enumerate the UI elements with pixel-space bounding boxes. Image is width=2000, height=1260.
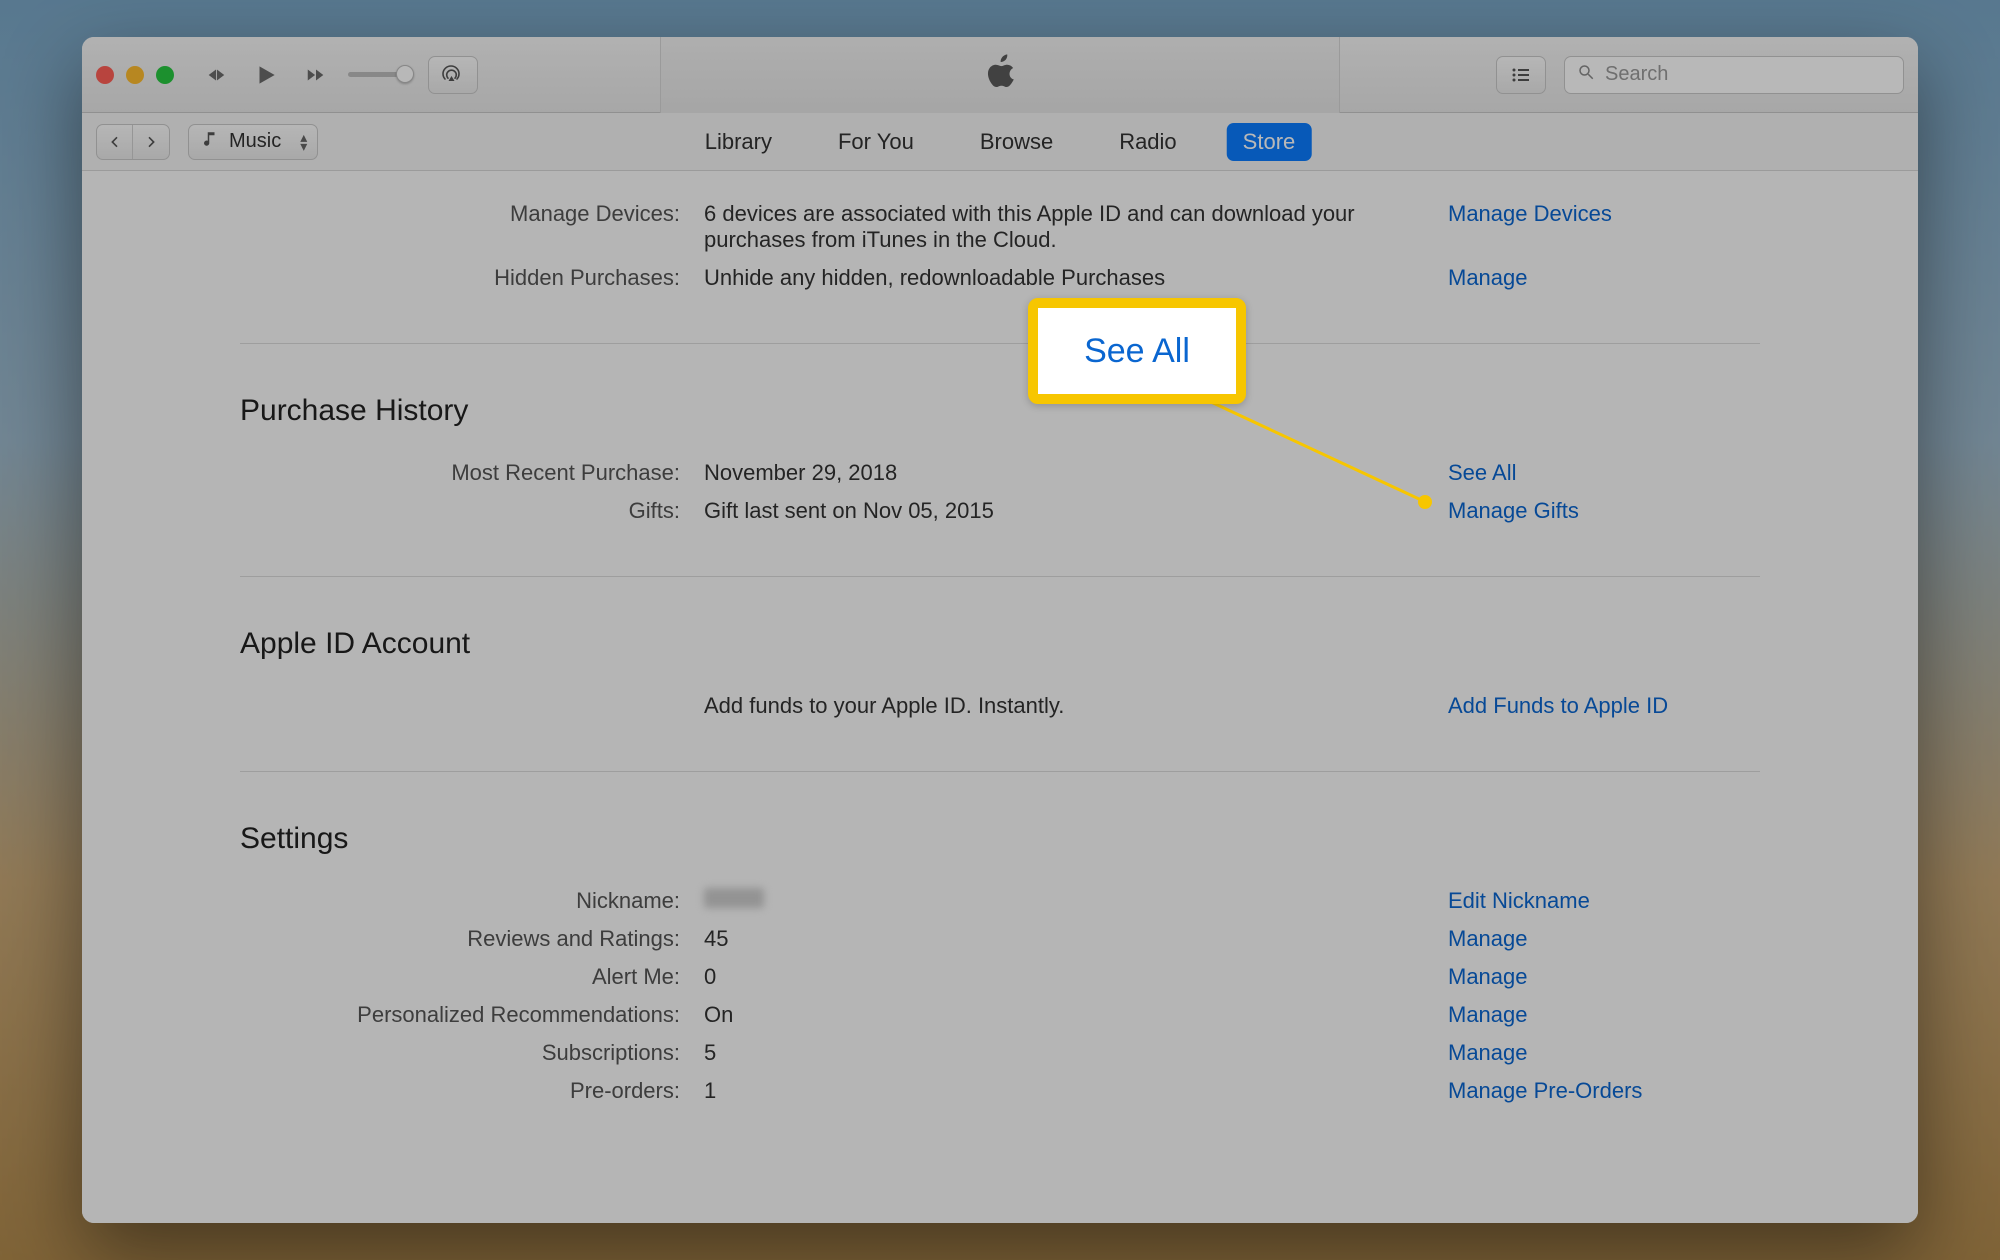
callout-see-all: See All: [1028, 298, 1246, 404]
row-subscriptions: Subscriptions: 5 Manage: [240, 1034, 1760, 1072]
titlebar-right: [1496, 56, 1904, 94]
up-next-button[interactable]: [1496, 56, 1546, 94]
value-hidden-purchases: Unhide any hidden, redownloadable Purcha…: [704, 265, 1424, 291]
navbar: Music ▴▾ Library For You Browse Radio St…: [82, 113, 1918, 171]
nav-tabs: Library For You Browse Radio Store: [689, 123, 1312, 161]
callout-label: See All: [1084, 332, 1190, 371]
minimize-window[interactable]: [126, 66, 144, 84]
label-add-funds: [240, 693, 680, 719]
row-gifts: Gifts: Gift last sent on Nov 05, 2015 Ma…: [240, 492, 1760, 530]
tab-library[interactable]: Library: [689, 123, 788, 161]
value-reviews-ratings: 45: [704, 926, 1424, 952]
link-manage-devices[interactable]: Manage Devices: [1448, 201, 1612, 226]
value-alert-me: 0: [704, 964, 1424, 990]
callout-target-dot: [1418, 495, 1432, 509]
label-subscriptions: Subscriptions:: [240, 1040, 680, 1066]
value-preorders: 1: [704, 1078, 1424, 1104]
section-purchase-history: Purchase History Most Recent Purchase: N…: [240, 344, 1760, 577]
account-page: Manage Devices: 6 devices are associated…: [82, 171, 1918, 1223]
nav-back-button[interactable]: [97, 125, 133, 159]
rewind-button[interactable]: [202, 64, 230, 86]
heading-purchase-history: Purchase History: [240, 394, 1760, 428]
label-alert-me: Alert Me:: [240, 964, 680, 990]
music-note-icon: [201, 130, 219, 154]
play-button[interactable]: [252, 64, 280, 86]
media-source-selector[interactable]: Music ▴▾: [188, 124, 318, 160]
value-most-recent-purchase: November 29, 2018: [704, 460, 1424, 486]
label-hidden-purchases: Hidden Purchases:: [240, 265, 680, 291]
close-window[interactable]: [96, 66, 114, 84]
label-preorders: Pre-orders:: [240, 1078, 680, 1104]
link-edit-nickname[interactable]: Edit Nickname: [1448, 888, 1590, 913]
link-manage-subscriptions[interactable]: Manage: [1448, 1040, 1528, 1065]
row-reviews-ratings: Reviews and Ratings: 45 Manage: [240, 920, 1760, 958]
label-manage-devices: Manage Devices:: [240, 201, 680, 253]
label-most-recent-purchase: Most Recent Purchase:: [240, 460, 680, 486]
label-nickname: Nickname:: [240, 888, 680, 914]
chevron-updown-icon: ▴▾: [300, 133, 307, 150]
section-itunes-cloud: Manage Devices: 6 devices are associated…: [240, 171, 1760, 344]
row-hidden-purchases: Hidden Purchases: Unhide any hidden, red…: [240, 259, 1760, 297]
label-personalized-recs: Personalized Recommendations:: [240, 1002, 680, 1028]
value-personalized-recs: On: [704, 1002, 1424, 1028]
row-add-funds: Add funds to your Apple ID. Instantly. A…: [240, 687, 1760, 725]
now-playing-area: [660, 37, 1340, 113]
airplay-button[interactable]: [428, 56, 478, 94]
row-nickname: Nickname: Edit Nickname: [240, 882, 1760, 920]
forward-button[interactable]: [302, 64, 330, 86]
value-manage-devices: 6 devices are associated with this Apple…: [704, 201, 1424, 253]
apple-logo-icon: [982, 51, 1018, 98]
link-see-all-purchases[interactable]: See All: [1448, 460, 1517, 485]
row-alert-me: Alert Me: 0 Manage: [240, 958, 1760, 996]
value-gifts: Gift last sent on Nov 05, 2015: [704, 498, 1424, 524]
tab-store[interactable]: Store: [1227, 123, 1312, 161]
tab-for-you[interactable]: For You: [822, 123, 930, 161]
link-manage-preorders[interactable]: Manage Pre-Orders: [1448, 1078, 1642, 1103]
link-manage-reviews[interactable]: Manage: [1448, 926, 1528, 951]
value-subscriptions: 5: [704, 1040, 1424, 1066]
nav-forward-button[interactable]: [133, 125, 169, 159]
titlebar: [82, 37, 1918, 113]
search-icon: [1577, 63, 1595, 87]
zoom-window[interactable]: [156, 66, 174, 84]
link-manage-recs[interactable]: Manage: [1448, 1002, 1528, 1027]
search-input[interactable]: [1605, 63, 1891, 86]
value-add-funds: Add funds to your Apple ID. Instantly.: [704, 693, 1424, 719]
media-source-label: Music: [229, 130, 281, 153]
heading-apple-id-account: Apple ID Account: [240, 627, 1760, 661]
section-settings: Settings Nickname: Edit Nickname Reviews…: [240, 772, 1760, 1156]
link-manage-alerts[interactable]: Manage: [1448, 964, 1528, 989]
label-reviews-ratings: Reviews and Ratings:: [240, 926, 680, 952]
search-field[interactable]: [1564, 56, 1904, 94]
row-personalized-recs: Personalized Recommendations: On Manage: [240, 996, 1760, 1034]
link-add-funds[interactable]: Add Funds to Apple ID: [1448, 693, 1668, 718]
playback-controls: [202, 64, 330, 86]
row-manage-devices: Manage Devices: 6 devices are associated…: [240, 195, 1760, 259]
nav-history-arrows: [96, 124, 170, 160]
section-apple-id-account: Apple ID Account Add funds to your Apple…: [240, 577, 1760, 772]
link-manage-hidden-purchases[interactable]: Manage: [1448, 265, 1528, 290]
itunes-window: Music ▴▾ Library For You Browse Radio St…: [82, 37, 1918, 1223]
row-most-recent-purchase: Most Recent Purchase: November 29, 2018 …: [240, 454, 1760, 492]
window-traffic-lights: [96, 66, 174, 84]
tab-radio[interactable]: Radio: [1103, 123, 1192, 161]
value-nickname-redacted: [704, 888, 764, 908]
link-manage-gifts[interactable]: Manage Gifts: [1448, 498, 1579, 523]
row-preorders: Pre-orders: 1 Manage Pre-Orders: [240, 1072, 1760, 1110]
label-gifts: Gifts:: [240, 498, 680, 524]
volume-slider[interactable]: [348, 72, 408, 77]
heading-settings: Settings: [240, 822, 1760, 856]
tab-browse[interactable]: Browse: [964, 123, 1069, 161]
